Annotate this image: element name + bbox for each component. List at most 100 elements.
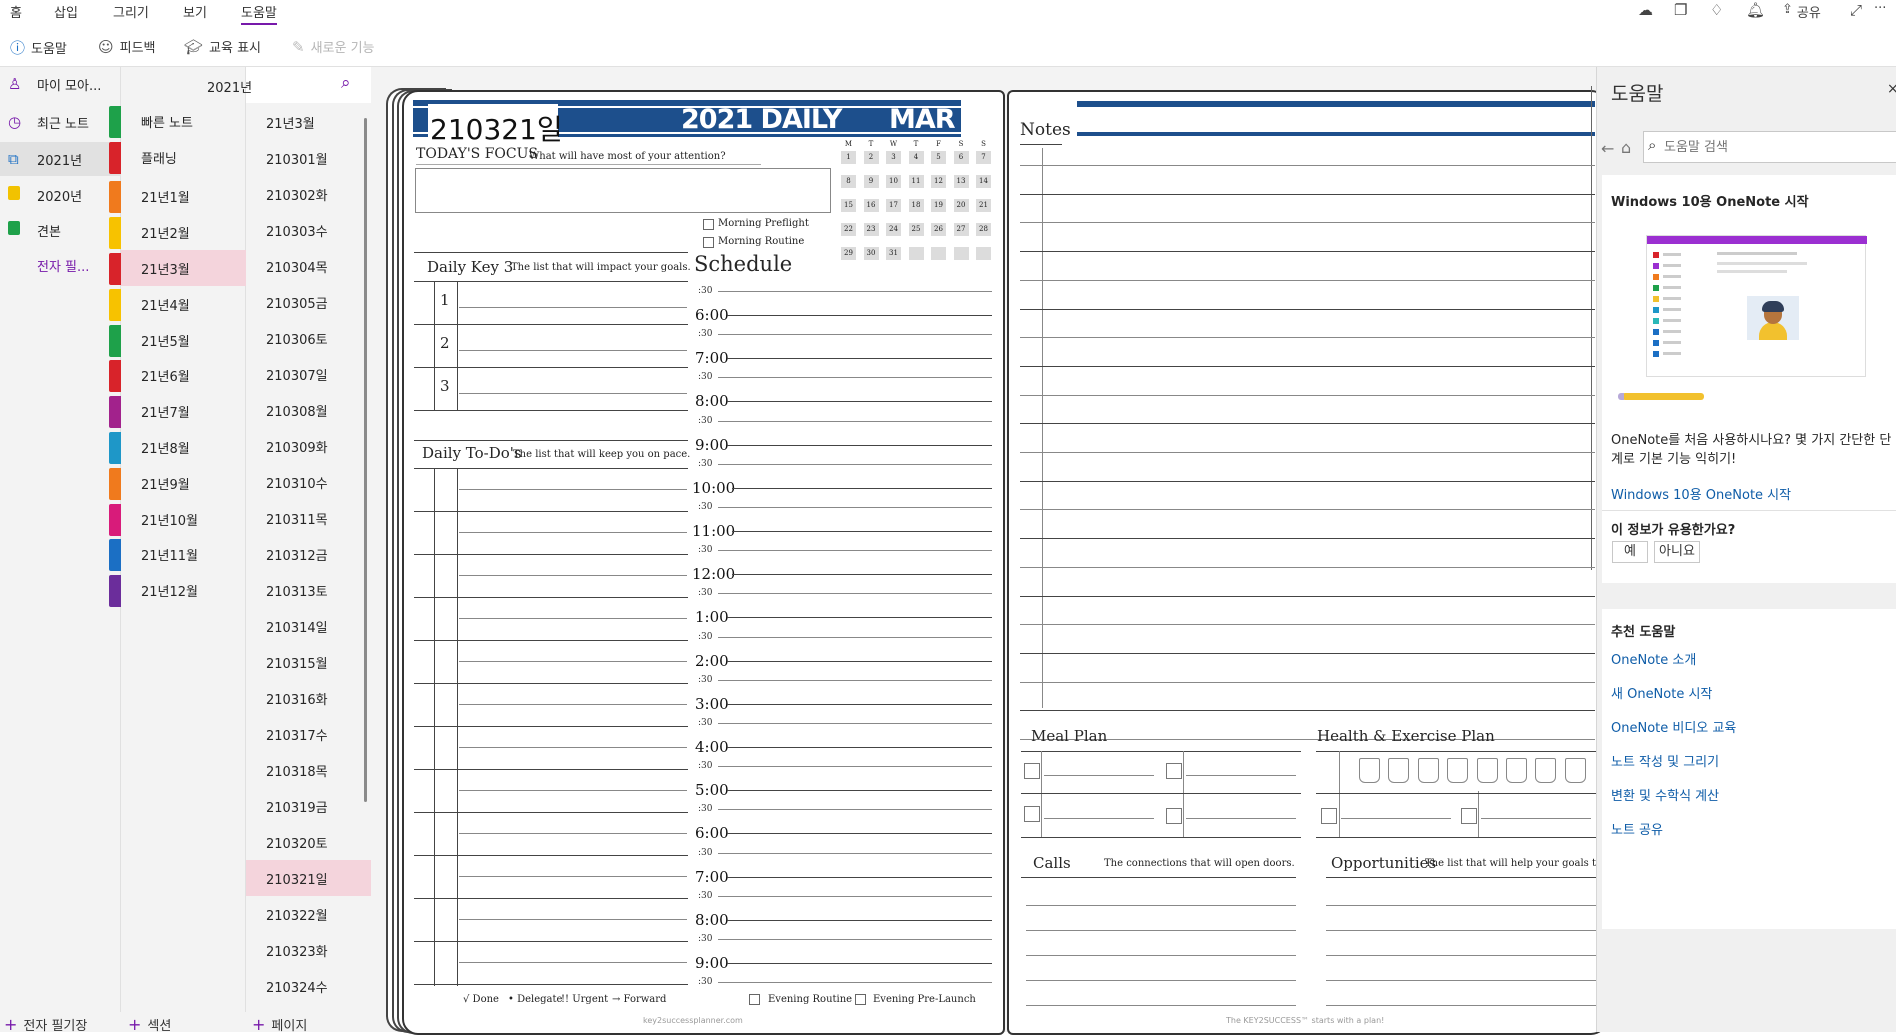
- key3-row-rule[interactable]: [414, 324, 688, 325]
- section-item[interactable]: 21년2월: [109, 214, 246, 250]
- plan-checkbox[interactable]: [1024, 763, 1040, 779]
- section-item[interactable]: 21년10월: [109, 501, 246, 537]
- notebook-item-2020[interactable]: 2020년: [0, 178, 121, 212]
- notes-rule[interactable]: [1020, 165, 1595, 166]
- notes-rule[interactable]: [1020, 279, 1595, 281]
- notes-rule[interactable]: [1020, 509, 1595, 511]
- page-item[interactable]: 210309화: [246, 428, 371, 464]
- water-glass-icon[interactable]: [1447, 758, 1469, 783]
- tab-draw[interactable]: 그리기: [113, 2, 149, 21]
- page-item[interactable]: 210316화: [246, 680, 371, 716]
- evening-prelaunch-checkbox[interactable]: [855, 994, 866, 1005]
- feedback-no-button[interactable]: 아니요: [1654, 541, 1700, 563]
- section-item[interactable]: 21년1월: [109, 178, 246, 214]
- water-glass-icon[interactable]: [1359, 758, 1380, 783]
- notes-rule[interactable]: [1020, 710, 1595, 712]
- notebook-item-sample[interactable]: 견본: [0, 213, 121, 247]
- section-item[interactable]: 21년3월: [109, 250, 246, 286]
- tab-home[interactable]: 홈: [10, 2, 22, 21]
- add-section-button[interactable]: + 섹션: [128, 1015, 171, 1034]
- calls-line[interactable]: [1026, 930, 1296, 931]
- section-item[interactable]: 21년4월: [109, 286, 246, 322]
- todo-row-rule[interactable]: [414, 640, 688, 641]
- water-glass-icon[interactable]: [1476, 758, 1498, 783]
- page-item[interactable]: 210322월: [246, 896, 371, 932]
- recommended-link[interactable]: 변환 및 수학식 계산: [1611, 785, 1719, 804]
- todo-row-rule[interactable]: [414, 941, 688, 942]
- water-glass-icon[interactable]: [1388, 758, 1410, 783]
- recommended-link[interactable]: 새 OneNote 시작: [1611, 683, 1712, 702]
- tab-view[interactable]: 보기: [183, 2, 207, 21]
- notes-rule[interactable]: [1020, 480, 1595, 482]
- notes-rule[interactable]: [1020, 193, 1595, 195]
- section-item[interactable]: 빠른 노트: [109, 103, 246, 139]
- todo-row-rule[interactable]: [414, 511, 688, 512]
- section-item[interactable]: 21년9월: [109, 465, 246, 501]
- page-item[interactable]: 210303수: [246, 212, 371, 248]
- focus-box[interactable]: [415, 168, 831, 213]
- schedule-hour-rule[interactable]: [727, 963, 992, 964]
- page-item[interactable]: 21년3월: [246, 104, 371, 140]
- opportunities-line[interactable]: [1326, 905, 1596, 906]
- schedule-hour-rule[interactable]: [727, 747, 992, 748]
- share-button[interactable]: ⇪ 공유: [1782, 2, 1821, 21]
- section-item[interactable]: 플래닝: [109, 139, 246, 175]
- pages-icon[interactable]: ❐: [1674, 1, 1687, 19]
- todo-row-rule[interactable]: [414, 898, 688, 899]
- page-item[interactable]: 210301월: [246, 140, 371, 176]
- notebook-item-more[interactable]: 전자 필...: [0, 248, 121, 282]
- help-search-box[interactable]: ⌕: [1643, 131, 1896, 163]
- schedule-hour-rule[interactable]: [727, 315, 992, 316]
- notes-rule[interactable]: [1020, 337, 1595, 339]
- todo-row-rule[interactable]: [414, 683, 688, 684]
- recommended-link[interactable]: OneNote 비디오 교육: [1611, 717, 1736, 736]
- notes-rule[interactable]: [1020, 624, 1595, 626]
- schedule-hour-rule[interactable]: [727, 790, 992, 792]
- todo-row-rule[interactable]: [414, 769, 688, 770]
- notebook-item-2021[interactable]: ⧉ 2021년: [0, 142, 121, 176]
- page-item[interactable]: 210324수: [246, 968, 371, 1004]
- notes-rule[interactable]: [1020, 251, 1595, 253]
- page-item[interactable]: 210306토: [246, 320, 371, 356]
- canvas-scrollbar[interactable]: [1591, 86, 1592, 570]
- todo-row-rule[interactable]: [414, 726, 688, 727]
- section-item[interactable]: 21년5월: [109, 322, 246, 358]
- page-item[interactable]: 210321일: [246, 860, 371, 896]
- page-item[interactable]: 210302화: [246, 176, 371, 212]
- notes-rule[interactable]: [1020, 452, 1595, 453]
- recommended-link[interactable]: 노트 작성 및 그리기: [1611, 751, 1719, 770]
- page-item[interactable]: 210311목: [246, 500, 371, 536]
- more-options-button[interactable]: ···: [1874, 1, 1886, 16]
- recommended-link[interactable]: OneNote 소개: [1611, 649, 1696, 668]
- section-item[interactable]: 21년11월: [109, 536, 246, 572]
- page-list-scrollbar[interactable]: [364, 118, 367, 802]
- schedule-hour-rule[interactable]: [727, 401, 992, 403]
- todo-row-rule[interactable]: [414, 812, 688, 813]
- plan-checkbox[interactable]: [1461, 808, 1477, 824]
- schedule-hour-rule[interactable]: [727, 833, 992, 835]
- page-item[interactable]: 210318목: [246, 752, 371, 788]
- page-item[interactable]: 210315월: [246, 644, 371, 680]
- notes-rule[interactable]: [1020, 566, 1595, 568]
- page-item[interactable]: 210314일: [246, 608, 371, 644]
- evening-routine-checkbox[interactable]: [749, 994, 760, 1005]
- opportunities-line[interactable]: [1326, 955, 1596, 956]
- page-item[interactable]: 210317수: [246, 716, 371, 752]
- tab-help[interactable]: 도움말: [241, 2, 277, 25]
- close-icon[interactable]: ×: [1887, 81, 1896, 97]
- help-command[interactable]: ⓘ 도움말: [10, 37, 67, 58]
- key3-row-rule[interactable]: [414, 410, 688, 411]
- page-item[interactable]: 210304목: [246, 248, 371, 284]
- opportunities-line[interactable]: [1326, 1005, 1596, 1006]
- morning-routine-checkbox[interactable]: [703, 237, 714, 248]
- schedule-hour-rule[interactable]: [732, 531, 992, 532]
- water-glass-icon[interactable]: [1506, 758, 1527, 783]
- fullscreen-icon[interactable]: ⤢: [1850, 1, 1862, 19]
- notes-rule[interactable]: [1020, 652, 1595, 654]
- plan-checkbox[interactable]: [1166, 808, 1182, 824]
- notebook-item-recent[interactable]: ◷ 최근 노트: [0, 105, 121, 139]
- opportunities-line[interactable]: [1326, 930, 1596, 931]
- schedule-hour-rule[interactable]: [727, 660, 992, 662]
- todo-row-rule[interactable]: [414, 855, 688, 856]
- account-item[interactable]: ♙ 마이 모아...: [0, 67, 121, 101]
